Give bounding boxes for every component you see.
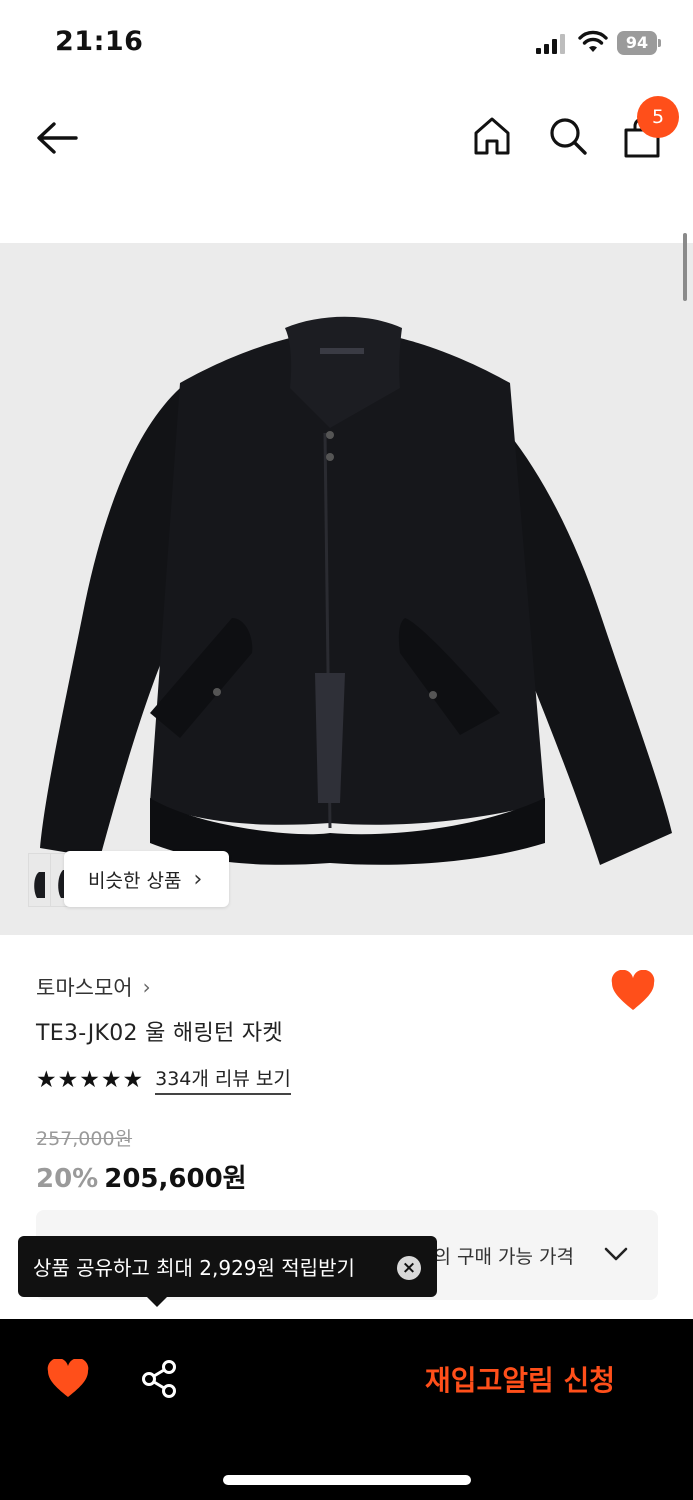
similar-products-label: 비슷한 상품 <box>88 869 182 892</box>
tooltip-arrow <box>146 1296 168 1307</box>
heart-icon[interactable] <box>610 970 656 1012</box>
star-icon: ★ <box>79 1066 100 1093</box>
heart-icon[interactable] <box>46 1359 90 1399</box>
close-icon[interactable]: × <box>397 1256 421 1280</box>
top-nav-bar <box>0 88 693 188</box>
purchase-price-label: 나의 구매 가능 가격 <box>416 1246 574 1268</box>
back-arrow-icon[interactable] <box>34 118 80 158</box>
chevron-right-icon: › <box>142 975 151 999</box>
cart-count-badge: 5 <box>637 96 679 138</box>
wifi-icon <box>578 30 608 52</box>
status-time: 21:16 <box>55 26 144 57</box>
battery-level: 94 <box>625 33 649 52</box>
product-name: TE3-JK02 울 해링턴 자켓 <box>36 1021 283 1046</box>
cellular-signal-icon <box>536 34 565 54</box>
rating-stars: ★ ★ ★ ★ ★ <box>36 1066 143 1094</box>
bottom-action-bar <box>0 1319 693 1500</box>
brand-name: 토마스모어 <box>36 976 133 1000</box>
product-image[interactable] <box>0 243 693 935</box>
similar-products-button[interactable]: 비슷한 상품 › <box>64 851 229 907</box>
price-row: 20% 205,600원 <box>36 1158 247 1195</box>
share-reward-tooltip: 상품 공유하고 최대 2,929원 적립받기 <box>18 1236 437 1297</box>
star-icon: ★ <box>57 1066 79 1093</box>
tooltip-text: 상품 공유하고 최대 2,929원 적립받기 <box>33 1256 355 1280</box>
battery-icon: 94 <box>617 31 661 55</box>
review-link[interactable]: 334개 리뷰 보기 <box>155 1064 291 1095</box>
chevron-right-icon: › <box>193 866 203 892</box>
jacket-photo <box>40 316 672 865</box>
search-icon[interactable] <box>546 114 590 158</box>
brand-link[interactable]: 토마스모어 › <box>36 972 151 1002</box>
share-icon[interactable] <box>140 1359 178 1399</box>
rating-row: ★ ★ ★ ★ ★ 334개 리뷰 보기 <box>36 1064 291 1095</box>
home-icon[interactable] <box>470 114 514 158</box>
star-icon: ★ <box>122 1066 144 1093</box>
discount-rate: 20% <box>36 1164 99 1194</box>
star-icon: ★ <box>100 1066 122 1093</box>
product-detail-screen: 21:16 94 5 비슷한 상품 › 토마스모어 › TE3-JK02 울 해… <box>0 0 693 1500</box>
restock-alert-button[interactable]: 재입고알림 신청 <box>400 1356 640 1406</box>
original-price: 257,000원 <box>36 1128 133 1150</box>
sale-price: 205,600원 <box>104 1164 247 1194</box>
scroll-indicator <box>683 233 687 301</box>
home-indicator <box>223 1475 471 1485</box>
status-bar: 21:16 94 <box>0 0 693 88</box>
star-icon: ★ <box>36 1066 57 1093</box>
chevron-down-icon[interactable] <box>602 1240 630 1268</box>
